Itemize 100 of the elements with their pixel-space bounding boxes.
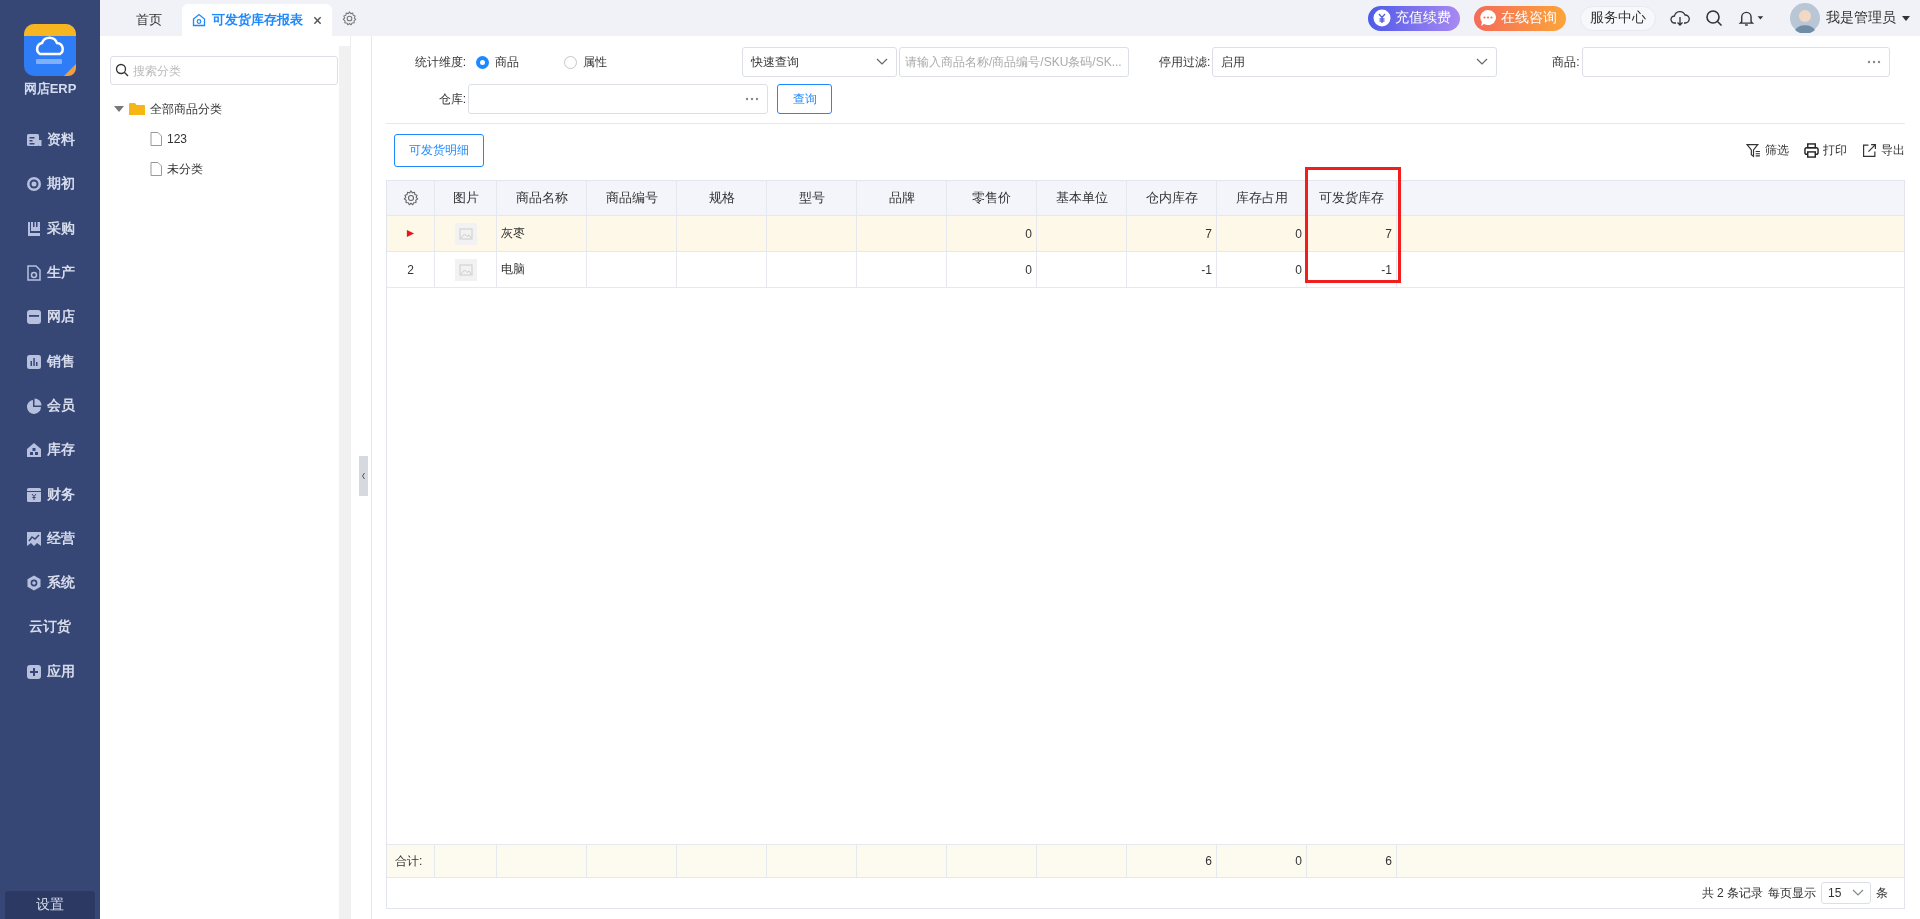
keyword-input[interactable]: 请输入商品名称/商品编号/SKU条码/SK...: [899, 47, 1129, 77]
filter-label: 仓库:: [437, 90, 467, 108]
category-search-field[interactable]: 搜索分类: [110, 56, 338, 85]
column-header[interactable]: 商品编号: [587, 181, 677, 215]
chevron-down-icon: [1476, 58, 1489, 66]
toolbar-item[interactable]: 导出: [1862, 141, 1905, 159]
table-cell: 0: [1295, 226, 1302, 241]
table-cell: 7: [1385, 226, 1392, 241]
settings-button[interactable]: 设置: [5, 891, 95, 919]
filter-label: 统计维度:: [413, 53, 467, 71]
column-header[interactable]: 库存占用: [1217, 181, 1307, 215]
chat-bubble-icon: [1479, 9, 1497, 27]
search-icon[interactable]: [1704, 8, 1724, 28]
detail-button[interactable]: 可发货明细: [394, 133, 484, 167]
totals-label: 合计:: [395, 852, 423, 870]
column-header[interactable]: 规格: [677, 181, 767, 215]
cloud-download-icon[interactable]: [1670, 8, 1690, 28]
radio-option[interactable]: 属性: [564, 53, 644, 71]
column-header[interactable]: 图片: [435, 181, 497, 215]
nav-item[interactable]: 云订货: [0, 605, 100, 650]
image-placeholder-icon: [454, 258, 477, 281]
expand-triangle-icon[interactable]: [114, 104, 124, 114]
caret-icon: [1902, 15, 1910, 21]
nav-item[interactable]: 生产: [0, 250, 100, 296]
scrollbar[interactable]: [339, 46, 350, 919]
column-header[interactable]: 零售价: [947, 181, 1037, 215]
collapse-handle[interactable]: [359, 456, 368, 496]
table-row[interactable]: 2 电脑 0 -1 0 -1: [387, 252, 1904, 288]
more-icon[interactable]: [1866, 60, 1881, 64]
nav-item[interactable]: 财务: [0, 472, 100, 517]
radio-option[interactable]: 商品: [476, 53, 556, 71]
quick-query-select[interactable]: 快速查询: [742, 47, 897, 77]
nav-label: 应用: [46, 662, 75, 681]
toolbar-label: 打印: [1823, 141, 1847, 159]
status-select[interactable]: 启用: [1212, 47, 1498, 77]
tree-item[interactable]: 全部商品分类: [110, 94, 339, 124]
table-row[interactable]: 灰枣 0 7 0 7: [387, 216, 1904, 252]
current-row-icon: [406, 229, 415, 238]
warehouse-icon: [25, 442, 42, 459]
user-menu[interactable]: 我是管理员: [1790, 3, 1910, 33]
filter-label: 停用过滤:: [1159, 53, 1212, 71]
file-icon: [25, 265, 42, 282]
chevron-down-icon: [1852, 889, 1864, 897]
store-icon: [25, 309, 42, 326]
table-cell: 灰枣: [501, 225, 525, 242]
column-header[interactable]: 可发货库存: [1307, 181, 1397, 215]
document-icon: [25, 132, 42, 149]
user-name: 我是管理员: [1826, 9, 1896, 27]
recharge-button[interactable]: 充值续费: [1368, 5, 1460, 31]
filter-label: 商品:: [1552, 53, 1581, 71]
nav-item[interactable]: 应用: [0, 649, 100, 694]
column-header[interactable]: 品牌: [857, 181, 947, 215]
folder-icon: [129, 102, 145, 116]
nav-item[interactable]: 销售: [0, 339, 100, 384]
service-center-button[interactable]: 服务中心: [1580, 5, 1656, 31]
table-cell: 7: [1205, 226, 1212, 241]
tree-item[interactable]: 未分类: [110, 154, 339, 184]
table-cell: 0: [1025, 226, 1032, 241]
export-icon: [1862, 142, 1877, 158]
yen-box-icon: [25, 486, 42, 503]
nav-item[interactable]: 系统: [0, 560, 100, 606]
column-header[interactable]: 基本单位: [1037, 181, 1127, 215]
toolbar-item[interactable]: 筛选: [1746, 141, 1789, 159]
nav-item[interactable]: 网店: [0, 295, 100, 340]
column-header[interactable]: 商品名称: [497, 181, 587, 215]
toolbar-item[interactable]: 打印: [1804, 141, 1847, 159]
nav-item[interactable]: 经营: [0, 516, 100, 561]
nav-label: 库存: [46, 441, 75, 460]
query-button[interactable]: 查询: [777, 84, 832, 114]
filter-icon: [1746, 142, 1761, 158]
nav-label: 系统: [46, 574, 75, 593]
toolbar-label: 导出: [1881, 141, 1905, 159]
nav-item[interactable]: 会员: [0, 383, 100, 429]
warehouse-picker-field[interactable]: [468, 84, 768, 114]
radio-button[interactable]: [476, 55, 489, 69]
nav-item[interactable]: 采购: [0, 206, 100, 251]
column-header[interactable]: 型号: [767, 181, 857, 215]
close-icon[interactable]: [313, 15, 322, 25]
home-icon: [192, 13, 206, 27]
settings-icon[interactable]: [402, 190, 419, 206]
nav-item[interactable]: 期初: [0, 162, 100, 207]
total-cell: 6: [1205, 854, 1212, 868]
table-cell: 0: [1295, 262, 1302, 277]
image-placeholder-icon: [454, 222, 477, 245]
settings-icon[interactable]: [342, 11, 357, 26]
page-size-select[interactable]: 15: [1821, 882, 1871, 904]
book-icon: [25, 220, 42, 237]
printer-icon: [1804, 142, 1819, 158]
chevron-down-icon: [876, 58, 888, 66]
column-header[interactable]: 仓内库存: [1127, 181, 1217, 215]
table-cell: 0: [1025, 262, 1032, 277]
hexagon-icon: [25, 575, 42, 592]
nav-item[interactable]: 库存: [0, 428, 100, 473]
nav-item[interactable]: 资料: [0, 118, 100, 163]
nav-label: 网店: [46, 308, 75, 327]
tree-item[interactable]: 123: [110, 124, 339, 154]
toolbar-label: 筛选: [1765, 141, 1789, 159]
product-picker-field[interactable]: [1581, 47, 1890, 77]
more-icon[interactable]: [745, 97, 759, 101]
tab[interactable]: 首页: [108, 4, 182, 36]
